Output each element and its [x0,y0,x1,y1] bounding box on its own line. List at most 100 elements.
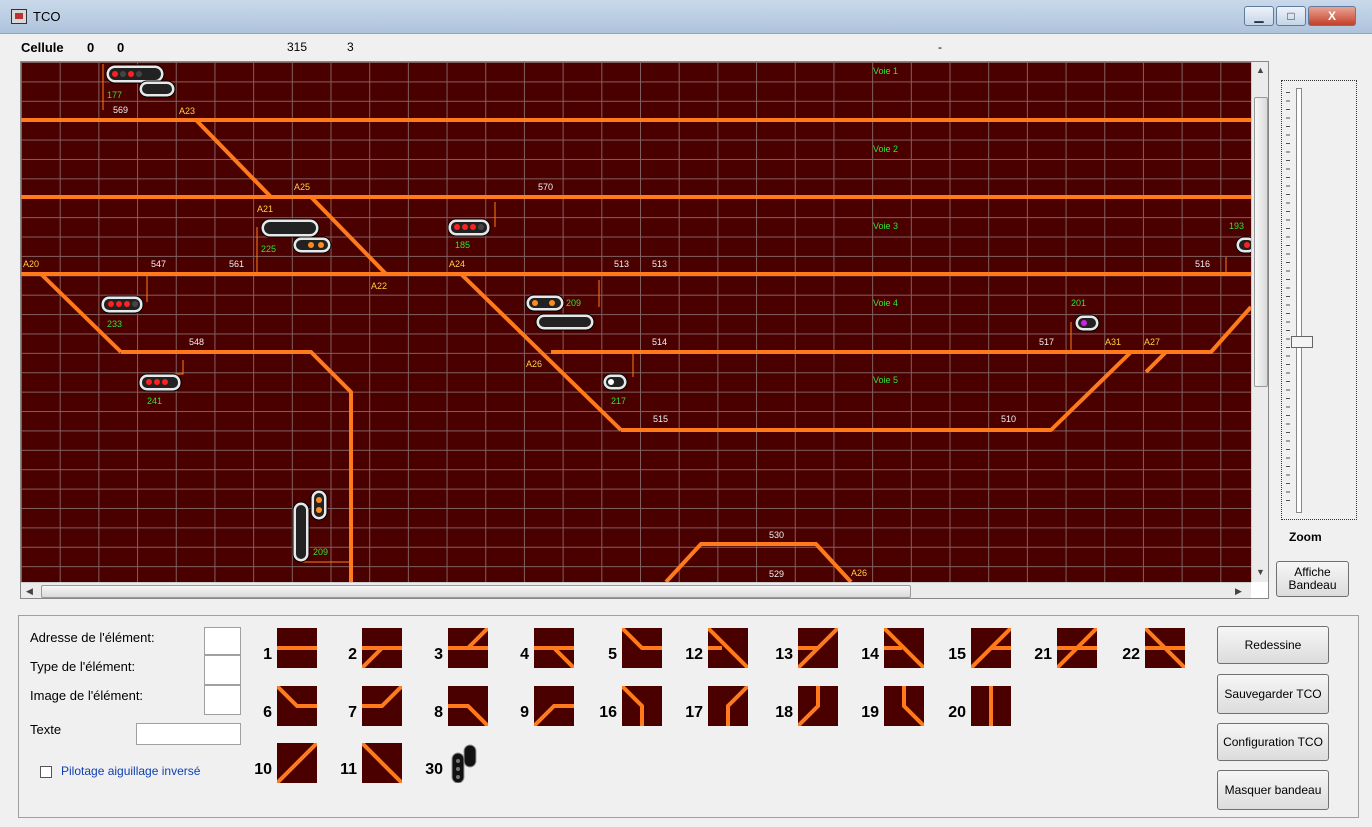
tco-frame: Voie 1 Voie 2 Voie 3 Voie 4 Voie 5 177 1… [20,61,1269,599]
type-label: Type de l'élément: [30,659,136,674]
status-bar: Cellule 0 0 315 3 - [0,37,1372,57]
horizontal-scroll-thumb[interactable] [41,585,911,598]
minimize-button[interactable]: ▁ [1244,6,1274,26]
horizontal-scrollbar[interactable]: ◀ ▶ [21,582,1251,598]
pilotage-checkbox[interactable] [40,766,52,778]
palette-item-14[interactable]: 14 [856,626,936,678]
signal-label: 185 [455,240,470,250]
palette-item-19[interactable]: 19 [856,684,936,736]
palette-curve-tr-icon [362,686,402,726]
palette-number: 20 [948,704,966,721]
palette-item-2[interactable]: 2 [334,626,414,678]
turnout-label: A21 [257,204,273,214]
palette-item-12[interactable]: 12 [680,626,760,678]
tco-canvas[interactable]: Voie 1 Voie 2 Voie 3 Voie 4 Voie 5 177 1… [21,62,1251,582]
scroll-up-icon[interactable]: ▲ [1256,65,1265,75]
palette-item-21[interactable]: 21 [1029,626,1109,678]
palette-number: 22 [1122,646,1140,663]
palette-number: 8 [434,704,443,721]
signal-label: 177 [107,90,122,100]
palette-number: 1 [263,646,272,663]
signal-label: 233 [107,319,122,329]
palette-item-18[interactable]: 18 [770,684,850,736]
palette-item-4[interactable]: 4 [506,626,586,678]
palette-item-30[interactable]: 30 [420,741,500,793]
palette-number: 13 [775,646,793,663]
vertical-scroll-thumb[interactable] [1254,97,1268,387]
signal-label: 217 [611,396,626,406]
affiche-bandeau-button[interactable]: Affiche Bandeau [1276,561,1349,597]
a23-a22-diagonal [194,118,273,199]
palette-item-17[interactable]: 17 [680,684,760,736]
palette-item-20[interactable]: 20 [943,684,1023,736]
palette-number: 5 [608,646,617,663]
bottom-track [664,542,853,582]
close-button[interactable]: X [1308,6,1356,26]
cellule-y: 0 [117,40,125,55]
palette-number: 9 [520,704,529,721]
palette-item-7[interactable]: 7 [334,684,414,736]
palette-item-16[interactable]: 16 [594,684,674,736]
canton-label: 516 [1195,259,1210,269]
palette-number: 14 [861,646,879,663]
vertical-scrollbar[interactable]: ▲ ▼ [1251,62,1268,582]
redessine-button[interactable]: Redessine [1217,626,1329,664]
palette-item-15[interactable]: 15 [943,626,1023,678]
turnout-label: A20 [23,259,39,269]
masquer-bandeau-button[interactable]: Masquer bandeau [1217,770,1329,810]
palette-item-6[interactable]: 6 [249,684,329,736]
voie-5-label: Voie 5 [873,375,898,385]
palette-number: 4 [520,646,529,663]
scroll-right-icon[interactable]: ▶ [1235,586,1242,597]
palette-diag-tl-left-icon [884,628,924,668]
voie-2-label: Voie 2 [873,144,898,154]
scroll-left-icon[interactable]: ◀ [26,586,33,597]
turnout-label: A24 [449,259,465,269]
maximize-button[interactable]: □ [1276,6,1306,26]
palette-h-br-icon [534,628,574,668]
texte-label: Texte [30,722,62,737]
palette-number: 3 [434,646,443,663]
palette-h-bl-icon [362,628,402,668]
canton-label: 510 [1001,414,1016,424]
canton-label: 547 [151,259,166,269]
palette-item-9[interactable]: 9 [506,684,586,736]
palette-item-8[interactable]: 8 [420,684,500,736]
canton-label: 570 [538,182,553,192]
voie-3-label: Voie 3 [873,221,898,231]
configuration-tco-button[interactable]: Configuration TCO [1217,723,1329,761]
signal-label: 209 [566,298,581,308]
palette-item-1[interactable]: 1 [249,626,329,678]
status-value-3: - [938,40,942,54]
palette-item-22[interactable]: 22 [1117,626,1197,678]
adresse-label: Adresse de l'élément: [30,630,155,645]
palette-item-13[interactable]: 13 [770,626,850,678]
image-field[interactable] [204,685,241,715]
canton-label: 513 [614,259,629,269]
palette-item-5[interactable]: 5 [594,626,674,678]
palette-item-10[interactable]: 10 [249,741,329,793]
palette-v-tl-icon [622,686,662,726]
turnout-label: A22 [371,281,387,291]
texte-input[interactable] [136,723,241,745]
palette-item-11[interactable]: 11 [334,741,414,793]
palette-number: 30 [425,761,443,778]
palette-item-3[interactable]: 3 [420,626,500,678]
palette-number: 17 [685,704,703,721]
sauvegarder-tco-button[interactable]: Sauvegarder TCO [1217,674,1329,714]
turnout-label: A27 [1144,337,1160,347]
zoom-slider-box [1281,80,1357,520]
a25-a22-diagonal [309,195,388,276]
zoom-slider-thumb[interactable] [1291,336,1313,348]
palette-curve-tl-icon [277,686,317,726]
turnout-label: A26 [851,568,867,578]
canton-label: 548 [189,337,204,347]
adresse-field[interactable] [204,627,241,655]
canton-label: 517 [1039,337,1054,347]
zoom-slider-track[interactable] [1296,88,1302,513]
palette-number: 16 [599,704,617,721]
status-value-2: 3 [347,40,354,54]
type-field[interactable] [204,655,241,685]
scroll-down-icon[interactable]: ▼ [1256,567,1265,577]
canton-label: 529 [769,569,784,579]
